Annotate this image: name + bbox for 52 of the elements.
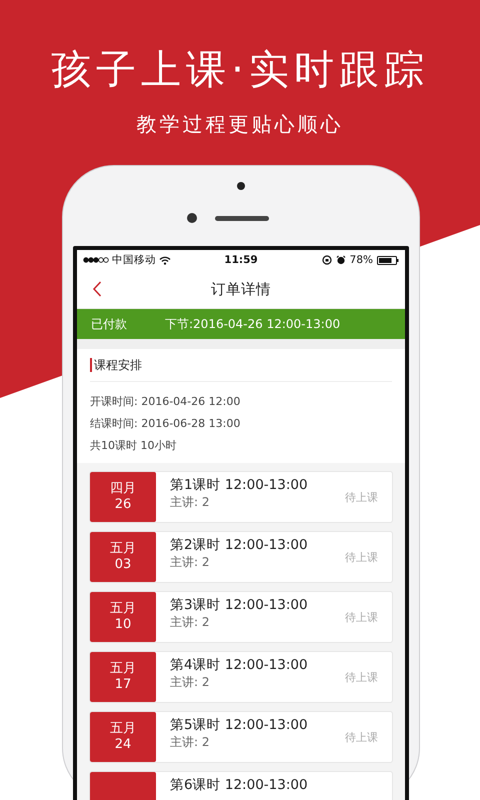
date-month: 五月 [110, 721, 136, 737]
lesson-card[interactable]: 五月 03 第2课时 12:00-13:00 主讲: 2 待上课 [89, 531, 393, 583]
lesson-card[interactable]: 五月 10 第3课时 12:00-13:00 主讲: 2 待上课 [89, 591, 393, 643]
lesson-teacher: 主讲: 2 [170, 614, 210, 630]
lesson-status: 待上课 [345, 490, 379, 504]
page-title: 订单详情 [210, 280, 272, 298]
battery-percent: 78% [350, 254, 373, 266]
lesson-title: 第1课时 12:00-13:00 [170, 476, 309, 494]
date-day: 24 [114, 737, 132, 753]
lesson-title: 第4课时 12:00-13:00 [170, 656, 309, 674]
signal-icon [83, 257, 109, 263]
date-month: 五月 [110, 541, 136, 557]
lesson-title: 第2课时 12:00-13:00 [170, 536, 309, 554]
course-info: 共10课时 10小时 [90, 438, 178, 454]
lesson-card[interactable]: 四月 26 第1课时 12:00-13:00 主讲: 2 待上课 [89, 471, 393, 523]
date-day: 26 [114, 497, 132, 513]
lesson-teacher: 主讲: 2 [170, 674, 210, 690]
course-info: 开课时间: 2016-04-26 12:00 [90, 394, 242, 410]
speaker-grille [215, 216, 269, 221]
lesson-status: 待上课 [345, 730, 379, 744]
back-icon[interactable] [92, 281, 102, 297]
lesson-card[interactable]: 第6课时 12:00-13:00 [89, 771, 393, 800]
date-month: 五月 [110, 661, 136, 677]
date-day: 10 [114, 617, 132, 633]
lesson-title: 第5课时 12:00-13:00 [170, 716, 309, 734]
lesson-status: 待上课 [345, 550, 379, 564]
battery-icon [377, 256, 399, 264]
alarm-icon [336, 255, 346, 265]
lesson-teacher: 主讲: 2 [170, 494, 210, 510]
payment-status: 已付款 [91, 316, 127, 332]
lesson-title: 第6课时 12:00-13:00 [170, 776, 309, 794]
wifi-icon [159, 256, 171, 264]
date-day: 17 [114, 677, 132, 693]
lesson-card[interactable]: 五月 17 第4课时 12:00-13:00 主讲: 2 待上课 [89, 651, 393, 703]
lesson-card[interactable]: 五月 24 第5课时 12:00-13:00 主讲: 2 待上课 [89, 711, 393, 763]
lesson-title: 第3课时 12:00-13:00 [170, 596, 309, 614]
date-day: 03 [114, 557, 132, 573]
section-title: 课程安排 [94, 356, 142, 374]
carrier-name: 中国移动 [112, 253, 156, 267]
date-month: 四月 [110, 481, 136, 497]
section-marker [90, 358, 92, 372]
course-info: 结课时间: 2016-06-28 13:00 [90, 416, 242, 432]
next-lesson: 下节:2016-04-26 12:00-13:00 [165, 316, 340, 332]
date-month: 五月 [110, 601, 136, 617]
subtitle: 教学过程更贴心顺心 [136, 111, 344, 138]
status-time: 11:59 [224, 254, 258, 266]
lesson-teacher: 主讲: 2 [170, 554, 210, 570]
lesson-status: 待上课 [345, 670, 379, 684]
lesson-status: 待上课 [345, 610, 379, 624]
headline: 孩子上课·实时跟踪 [51, 46, 429, 95]
rotation-lock-icon [322, 255, 332, 265]
lesson-teacher: 主讲: 2 [170, 734, 210, 750]
